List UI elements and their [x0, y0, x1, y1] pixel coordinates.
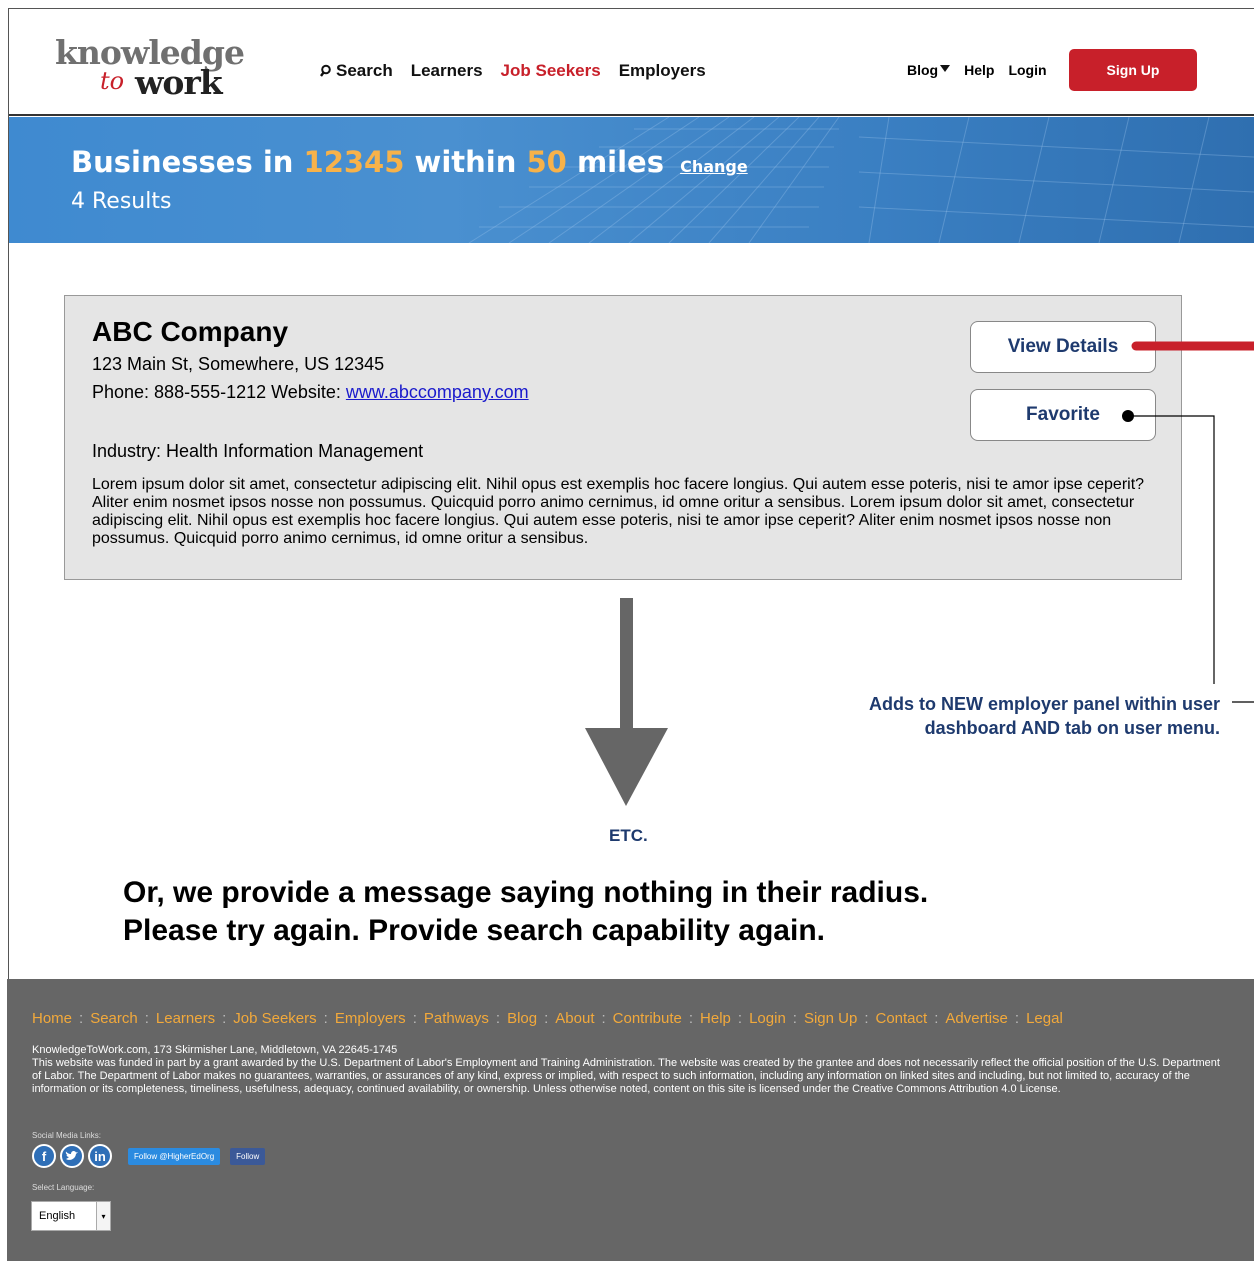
etc-label: ETC. [609, 826, 648, 845]
favorite-annotation: Adds to NEW employer panel within user d… [770, 692, 1220, 740]
down-arrow-shaft [620, 598, 633, 748]
footer-text: KnowledgeToWork.com, 173 Skirmisher Lane… [32, 1044, 1232, 1096]
social-links: f in Follow @HigherEdOrg Follow [32, 1144, 266, 1168]
twitter-bird-glyph [65, 1150, 78, 1160]
favorite-callout-dot [1122, 410, 1134, 422]
footer-link-advertise[interactable]: Advertise [945, 1010, 1008, 1027]
footer-link-employers[interactable]: Employers [335, 1010, 406, 1027]
footer-link-legal[interactable]: Legal [1026, 1010, 1063, 1027]
footer-link-separator: : [222, 1010, 227, 1027]
language-label: Select Language: [32, 1183, 95, 1192]
linkedin-icon[interactable]: in [88, 1144, 112, 1168]
footer-link-separator: : [864, 1010, 869, 1027]
footer-link-learners[interactable]: Learners [156, 1010, 215, 1027]
social-label: Social Media Links: [32, 1131, 101, 1140]
footer-link-help[interactable]: Help [700, 1010, 731, 1027]
favorite-annotation-line2: dashboard AND tab on user menu. [924, 718, 1220, 738]
footer-link-separator: : [544, 1010, 549, 1027]
select-arrow-icon: ▾ [96, 1202, 110, 1230]
empty-message-line2: Please try again. Provide search capabil… [123, 914, 825, 947]
favorite-callout-line [1134, 415, 1215, 684]
footer-link-pathways[interactable]: Pathways [424, 1010, 489, 1027]
empty-message-line1: Or, we provide a message saying nothing … [123, 876, 929, 909]
footer-link-separator: : [79, 1010, 84, 1027]
footer-links: Home: Search: Learners: Job Seekers: Employe… [32, 1010, 1063, 1027]
footer-link-about[interactable]: About [555, 1010, 594, 1027]
twitter-follow-button[interactable]: Follow @HigherEdOrg [128, 1147, 221, 1165]
footer-link-separator: : [601, 1010, 606, 1027]
footer-link-blog[interactable]: Blog [507, 1010, 537, 1027]
favorite-annotation-line1: Adds to NEW employer panel within user [868, 694, 1220, 714]
site-footer: Home: Search: Learners: Job Seekers: Employe… [7, 979, 1254, 1261]
footer-link-contribute[interactable]: Contribute [613, 1010, 682, 1027]
down-arrow-head [585, 728, 668, 806]
footer-link-search[interactable]: Search [90, 1010, 138, 1027]
footer-link-separator: : [934, 1010, 939, 1027]
facebook-follow-button[interactable]: Follow [230, 1147, 266, 1165]
footer-link-login[interactable]: Login [749, 1010, 786, 1027]
facebook-icon[interactable]: f [32, 1144, 56, 1168]
footer-link-separator: : [495, 1010, 501, 1027]
footer-link-contact[interactable]: Contact [876, 1010, 928, 1027]
footer-address: KnowledgeToWork.com, 173 Skirmisher Lane… [32, 1044, 398, 1056]
footer-disclaimer: This website was funded in part by a gra… [32, 1057, 1220, 1095]
footer-link-separator: : [323, 1010, 328, 1027]
footer-link-separator: : [144, 1010, 149, 1027]
footer-link-separator: : [792, 1010, 797, 1027]
language-select[interactable]: English ▾ [31, 1201, 111, 1231]
footer-link-separator: : [737, 1010, 743, 1027]
twitter-icon[interactable] [60, 1144, 84, 1168]
footer-link-job-seekers[interactable]: Job Seekers [233, 1010, 316, 1027]
language-value: English [39, 1210, 76, 1222]
footer-link-home[interactable]: Home [32, 1010, 72, 1027]
footer-link-separator: : [412, 1010, 417, 1027]
footer-link-sign-up[interactable]: Sign Up [804, 1010, 857, 1027]
empty-results-message: Or, we provide a message saying nothing … [123, 874, 928, 950]
footer-link-separator: : [1014, 1010, 1020, 1027]
footer-link-separator: : [688, 1010, 694, 1027]
